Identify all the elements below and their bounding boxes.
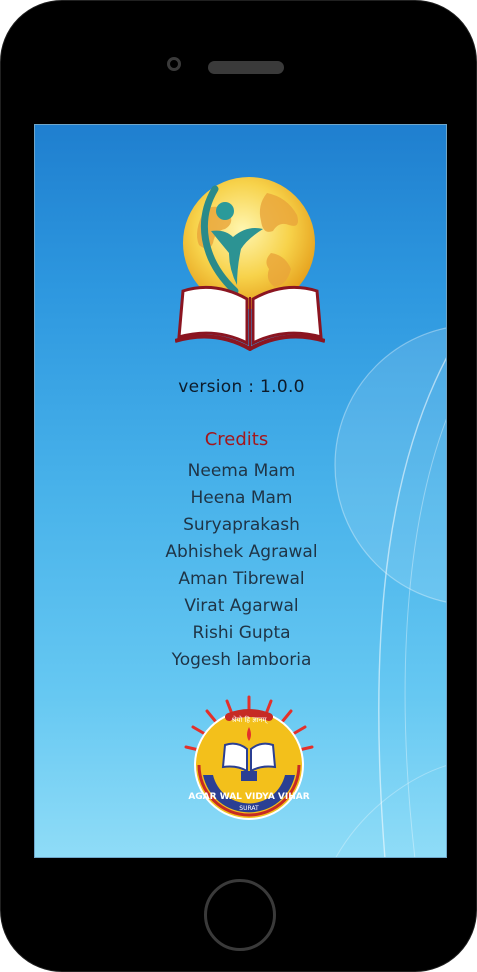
camera-icon [167,57,181,71]
home-button[interactable] [204,879,276,951]
credit-name: Virat Agarwal [184,596,299,616]
globe-book-person-icon [175,177,325,351]
credit-name: Abhishek Agrawal [165,542,318,562]
credit-name: Aman Tibrewal [178,569,305,589]
credits-title: Credits [204,429,269,450]
speaker-grille [208,61,284,74]
credit-name: Neema Mam [187,461,296,481]
school-name: AGAR WAL VIDYA VIHAR [188,792,309,802]
credit-name: Heena Mam [190,488,293,508]
phone-frame: version : 1.0.0 Credits Neema Mam Heena … [0,0,477,972]
credit-name: Yogesh lamboria [171,650,312,670]
school-city: SURAT [239,805,259,812]
about-screen: version : 1.0.0 Credits Neema Mam Heena … [34,124,447,858]
credit-name: Rishi Gupta [192,623,291,643]
version-label: version : 1.0.0 [178,377,305,397]
credits-list: Neema Mam Heena Mam Suryaprakash Abhishe… [35,458,446,674]
credit-name: Suryaprakash [183,515,300,535]
school-motto: श्रेयो हि ज्ञानम् [231,715,267,724]
school-emblem-icon: श्रेयो हि ज्ञानम् AGAR WAL VIDYA VIHAR S… [184,695,314,820]
